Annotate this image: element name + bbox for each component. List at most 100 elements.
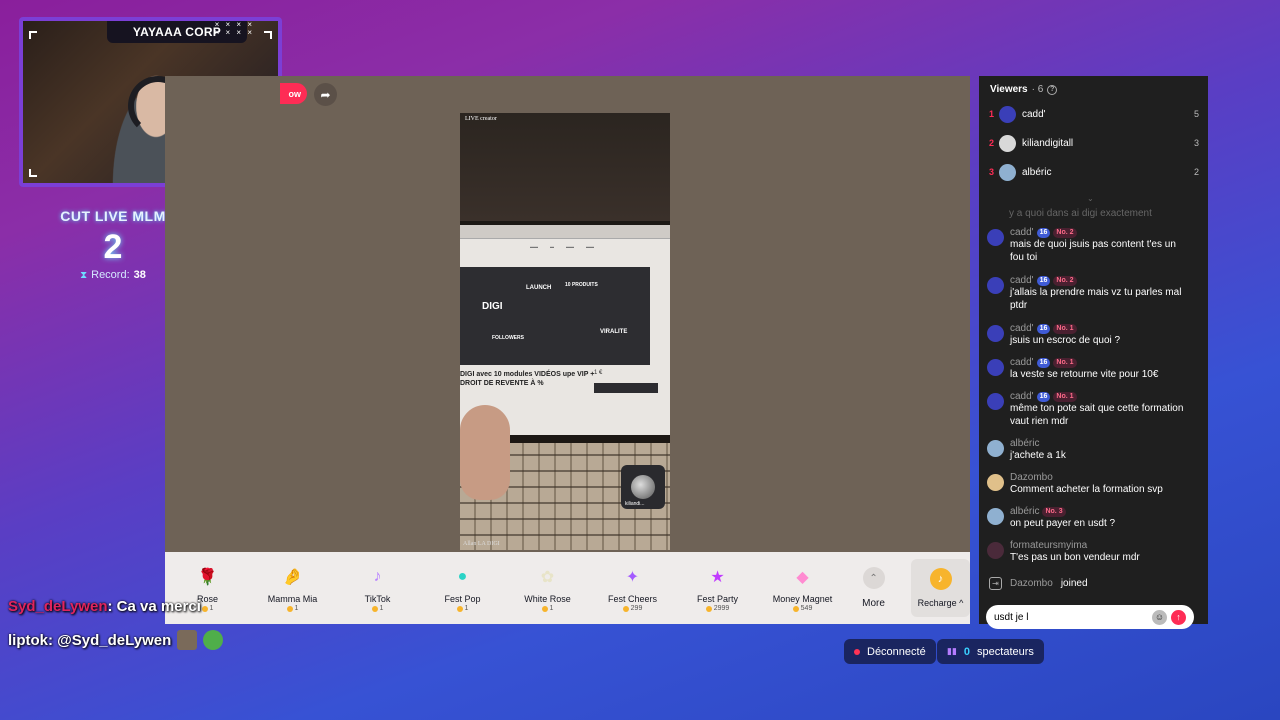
viewer-score: 5	[1193, 109, 1199, 119]
rank-value: No. 3	[1045, 508, 1063, 515]
gift-fest-pop[interactable]: ● Fest Pop 1	[420, 552, 505, 624]
rank-value: No. 1	[1056, 359, 1074, 366]
message-username[interactable]: albéric	[1010, 438, 1039, 449]
message-username[interactable]: Dazombo	[1010, 472, 1053, 483]
avatar[interactable]	[987, 325, 1004, 342]
message-username[interactable]: cadd'	[1010, 227, 1034, 238]
gift-fest-party[interactable]: ★ Fest Party 2999	[675, 552, 760, 624]
chat-input[interactable]	[994, 611, 1148, 623]
white-rose-icon: ✿	[540, 569, 555, 586]
message-text: on peut payer en usdt ?	[1010, 518, 1116, 529]
top-viewer-row[interactable]: 1 cadd' 5	[989, 104, 1199, 124]
more-gifts-button[interactable]: ⌃ More	[845, 552, 902, 624]
viewers-header: Viewers · 6 ?	[990, 84, 1058, 95]
gift-tiktok[interactable]: ♪ TikTok 1	[335, 552, 420, 624]
overlay-chat-line: liptok : @Syd_deLywen	[8, 630, 224, 650]
avatar[interactable]	[987, 474, 1004, 491]
guest-name: kiliandi...	[625, 501, 645, 507]
digi-product-card: DIGI LAUNCH 10 PRODUITS FOLLOWERS VIRALI…	[460, 267, 650, 365]
share-button[interactable]: ➦	[314, 83, 337, 106]
avatar[interactable]	[987, 229, 1004, 246]
coin-icon	[541, 605, 548, 612]
guest-video-pip[interactable]: kiliandi...	[621, 465, 665, 509]
live-creator-label: LIVE creator	[465, 116, 497, 122]
viewer-score: 2	[1193, 167, 1199, 177]
help-icon[interactable]: ?	[1047, 84, 1058, 95]
gift-white-rose[interactable]: ✿ White Rose 1	[505, 552, 590, 624]
message-username[interactable]: cadd'	[1010, 391, 1034, 402]
top-viewer-row[interactable]: 2 kiliandigitall 3	[989, 133, 1199, 153]
avatar[interactable]	[987, 508, 1004, 525]
message-text: j'achete a 1k	[1010, 450, 1066, 461]
record-row: ⧗ Record: 38	[48, 269, 178, 281]
rank-badge: No. 2	[1053, 227, 1077, 238]
gift-name: Fest Pop	[444, 594, 481, 604]
chat-message: Dazombo Comment acheter la formation svp	[987, 472, 1192, 496]
level-value: 16	[1039, 359, 1048, 366]
coin-icon: ♪	[929, 568, 952, 590]
top-viewer-row[interactable]: 3 albéric 2	[989, 162, 1199, 182]
coin-icon	[286, 605, 293, 612]
gift-price-value: 1	[209, 605, 214, 612]
rank-badge: No. 1	[1053, 391, 1077, 402]
gift-money-magnet[interactable]: ◆ Money Magnet 549	[760, 552, 845, 624]
avatar[interactable]	[987, 440, 1004, 457]
message-text: Comment acheter la formation svp	[1010, 484, 1163, 495]
connection-status: Déconnecté	[844, 639, 936, 664]
avatar	[999, 163, 1016, 181]
message-meta: albéric No. 3	[1010, 506, 1192, 517]
viewer-rank: 1	[989, 109, 995, 119]
fest-cheers-icon: ✦	[625, 569, 640, 586]
message-username[interactable]: cadd'	[1010, 275, 1034, 286]
chevron-up-icon: ⌃	[862, 567, 885, 589]
avatar[interactable]	[987, 542, 1004, 559]
buy-button-on-screen	[594, 383, 658, 393]
chat-panel: Viewers · 6 ? 1 cadd' 5 2 kiliandigitall 3 3 al…	[979, 76, 1208, 629]
browser-bar	[460, 225, 670, 239]
gift-mamma-mia[interactable]: 🤌 Mamma Mia 1	[250, 552, 335, 624]
chat-message: cadd' 16 No. 1 même ton pote sait que cette…	[987, 391, 1192, 428]
message-meta: cadd' 16 No. 1	[1010, 357, 1192, 368]
recharge-button[interactable]: ♪ Recharge ^	[911, 559, 970, 617]
tiktok-icon: ♪	[373, 568, 382, 585]
product-price: 1 €	[594, 370, 603, 376]
message-meta: formateursmyima	[1010, 540, 1192, 551]
stream-caption: Allan LA DIGI	[463, 541, 500, 547]
avatar[interactable]	[987, 359, 1004, 376]
message-meta: Dazombo	[1010, 472, 1192, 483]
gift-price-value: 1	[294, 605, 299, 612]
enter-icon: ⇥	[989, 577, 1002, 590]
coin-icon	[371, 605, 378, 612]
fest-party-icon: ★	[710, 569, 725, 586]
chevron-down-icon[interactable]: ⌄	[1087, 194, 1094, 203]
emoji-icon[interactable]: ☺	[1152, 609, 1167, 625]
viewer-name: albéric	[1022, 166, 1052, 178]
message-username[interactable]: cadd'	[1010, 323, 1034, 334]
follow-button[interactable]: ow	[280, 83, 307, 104]
coin-icon	[456, 605, 463, 612]
gift-price-value: 1	[549, 605, 554, 612]
gift-fest-cheers[interactable]: ✦ Fest Cheers 299	[590, 552, 675, 624]
x-pattern-icon: × × × × × × × ×	[214, 20, 254, 37]
rank-badge: No. 2	[1053, 275, 1077, 286]
gift-list: 🌹 Rose 1 🤌 Mamma Mia 1 ♪ TikTok 1 ● Fest Pop 1 ✿ Whit…	[165, 552, 845, 624]
gift-price-value: 1	[379, 605, 384, 612]
followers-label: FOLLOWERS	[492, 335, 524, 341]
avatar[interactable]	[987, 393, 1004, 410]
level-badge: 16	[1036, 357, 1051, 368]
coin-icon	[705, 605, 712, 612]
money-magnet-icon: ◆	[796, 569, 809, 586]
message-username[interactable]: albéric	[1010, 506, 1039, 517]
message-username[interactable]: cadd'	[1010, 357, 1034, 368]
send-icon[interactable]: ↑	[1171, 609, 1186, 625]
rank-value: No. 2	[1056, 229, 1074, 236]
spectators-count: 0	[963, 645, 971, 658]
cut-live-label: CUT LIVE MLM	[60, 208, 166, 224]
message-meta: cadd' 16 No. 2	[1010, 275, 1192, 286]
coin-icon	[622, 605, 629, 612]
message-meta: cadd' 16 No. 1	[1010, 323, 1192, 334]
record-label: Record:	[91, 269, 130, 281]
viewer-rank: 3	[989, 167, 995, 177]
message-username[interactable]: formateursmyima	[1010, 540, 1087, 551]
avatar[interactable]	[987, 277, 1004, 294]
